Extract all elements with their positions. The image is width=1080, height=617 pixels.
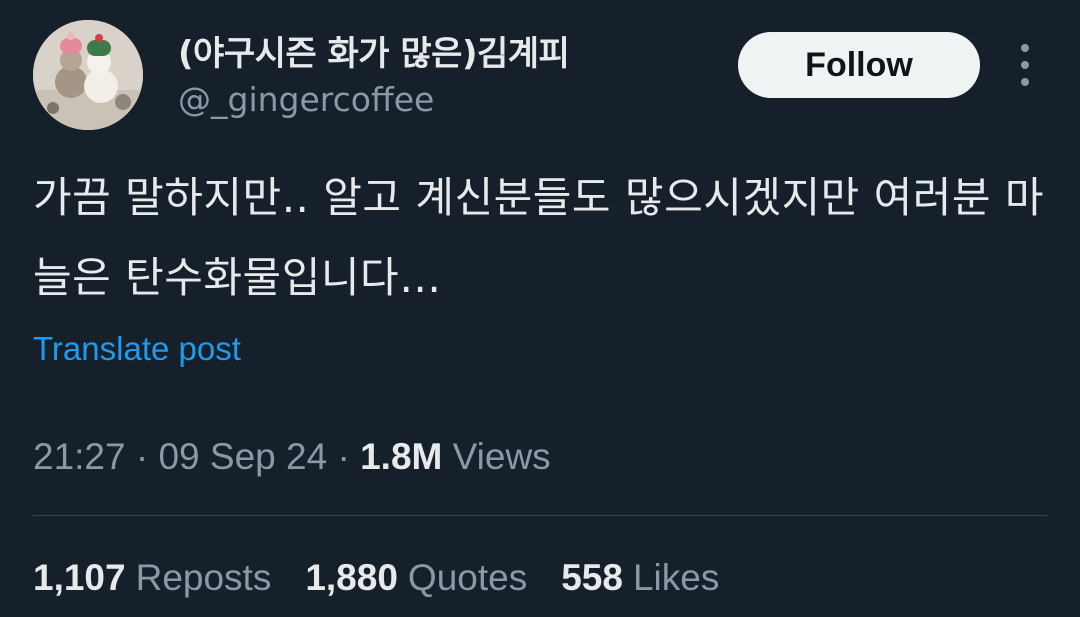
reposts-count: 1,107 [33, 557, 126, 598]
follow-button[interactable]: Follow [738, 32, 980, 98]
more-dot [1021, 78, 1029, 86]
meta-separator: · [135, 436, 149, 477]
views-count: 1.8M [360, 436, 443, 477]
post-text: 가끔 말하지만.. 알고 계신분들도 많으시겠지만 여러분 마늘은 탄수화물입니… [33, 173, 1045, 302]
meta-separator: · [337, 436, 350, 477]
author-handle[interactable]: @_gingercoffee [178, 80, 434, 119]
more-vertical-icon[interactable] [1010, 44, 1040, 86]
more-dot [1021, 61, 1029, 69]
engagement-stats: 1,107 Reposts 1,880 Quotes 558 Likes [33, 557, 753, 599]
post-meta: 21:27 · 09 Sep 24 · 1.8M Views [33, 436, 551, 478]
likes-count: 558 [561, 557, 623, 598]
quotes-stat[interactable]: 1,880 Quotes [305, 557, 527, 599]
reposts-stat[interactable]: 1,107 Reposts [33, 557, 271, 599]
reposts-label: Reposts [135, 557, 272, 598]
translate-post-link[interactable]: Translate post [33, 330, 241, 368]
likes-label: Likes [632, 557, 720, 598]
author-display-name[interactable]: (야구시즌 화가 많은)김계피 [178, 26, 570, 75]
quotes-count: 1,880 [305, 557, 398, 598]
more-dot [1021, 44, 1029, 52]
avatar-image [33, 20, 143, 130]
views-label: Views [452, 436, 551, 477]
quotes-label: Quotes [407, 557, 528, 598]
post-date[interactable]: 09 Sep 24 [158, 436, 327, 477]
avatar[interactable] [33, 20, 143, 130]
likes-stat[interactable]: 558 Likes [561, 557, 719, 599]
divider [33, 515, 1047, 516]
post-time[interactable]: 21:27 [33, 436, 126, 477]
